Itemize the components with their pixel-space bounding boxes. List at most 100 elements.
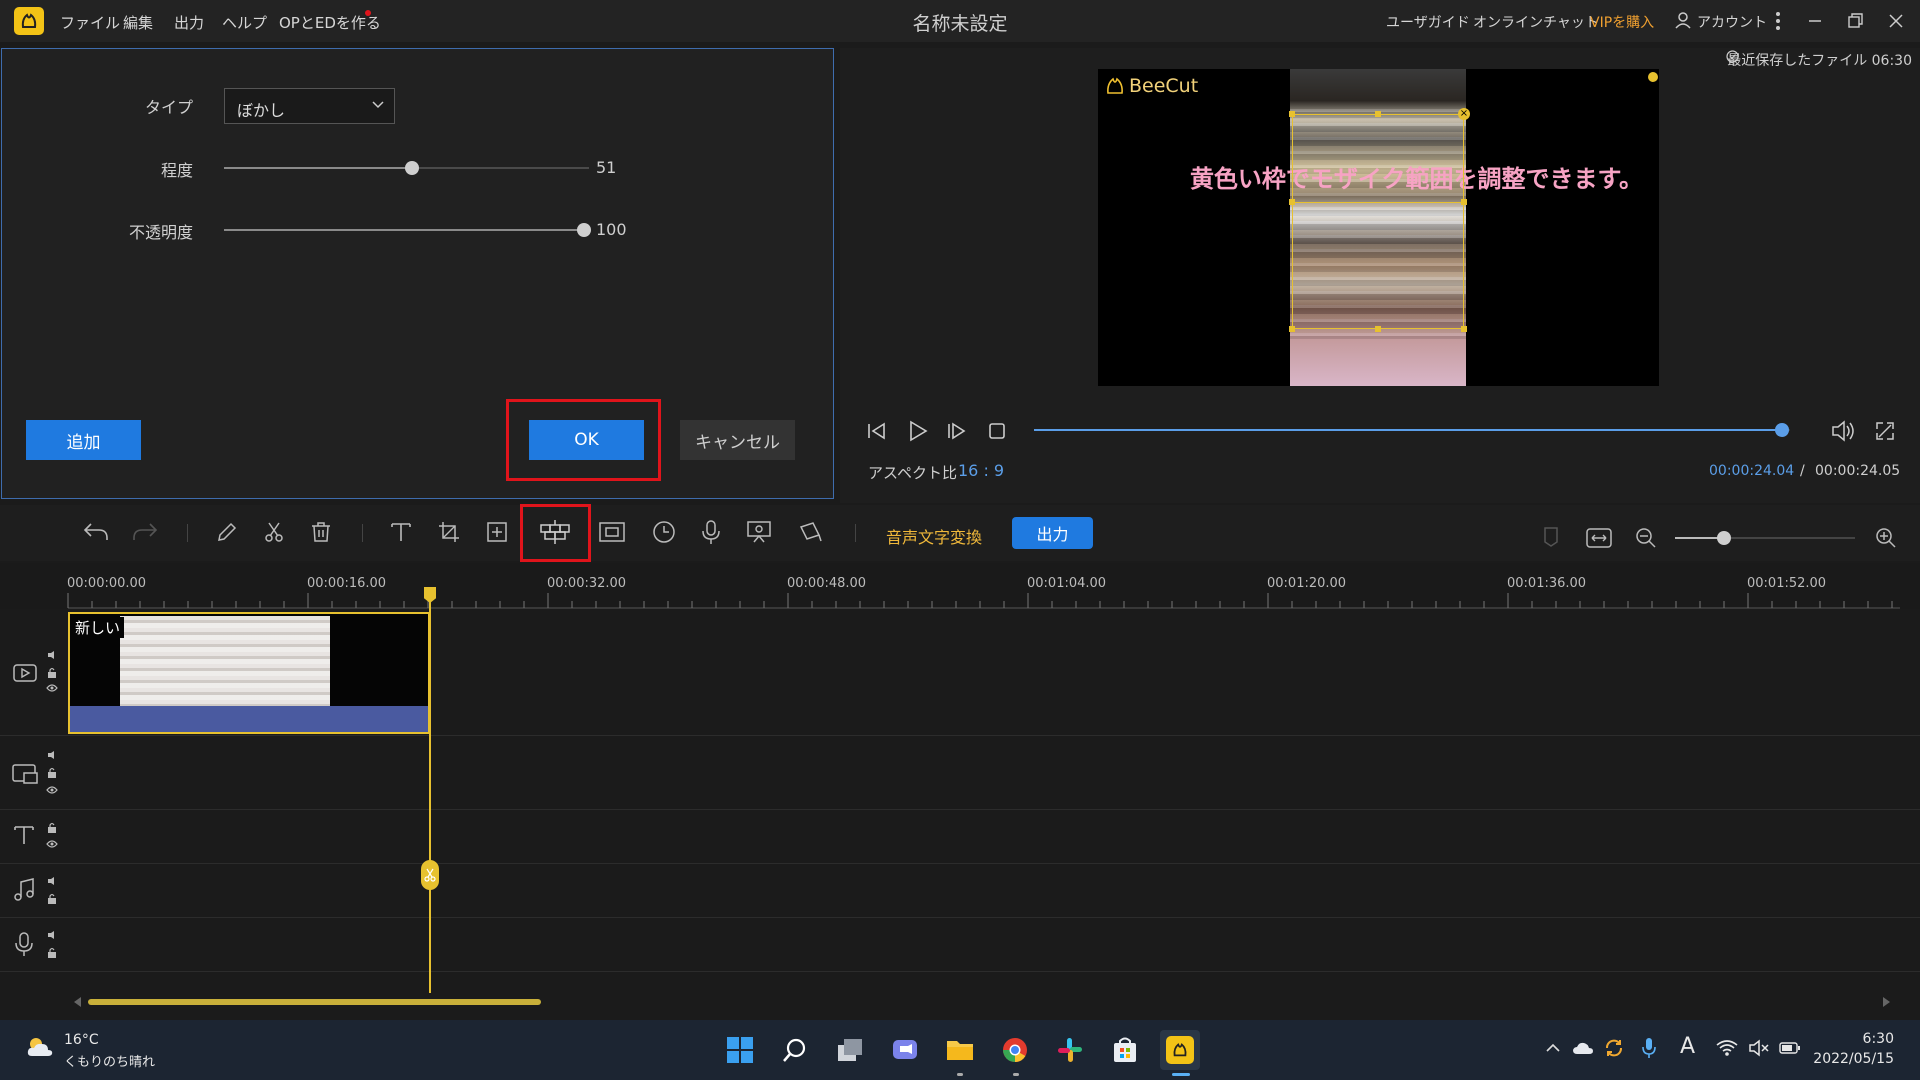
menu-help[interactable]: ヘルプ: [222, 12, 267, 33]
volume-muted-icon[interactable]: [1748, 1039, 1770, 1057]
microphone-icon[interactable]: [694, 515, 728, 549]
fit-timeline-icon[interactable]: [1585, 526, 1613, 550]
split-scissors-icon[interactable]: [421, 860, 439, 890]
crop-icon[interactable]: [432, 515, 466, 549]
prev-frame-icon[interactable]: [866, 421, 888, 441]
type-select[interactable]: ぼかし: [224, 88, 395, 124]
battery-icon[interactable]: [1779, 1041, 1801, 1055]
export-button[interactable]: 出力: [1012, 517, 1093, 549]
file-explorer-icon[interactable]: [940, 1030, 980, 1070]
play-icon[interactable]: [906, 419, 930, 443]
zoom-out-icon[interactable]: [1634, 526, 1658, 550]
add-button[interactable]: 追加: [26, 420, 141, 460]
buy-vip-link[interactable]: VIPを購入: [1590, 12, 1654, 32]
track-visibility-icon[interactable]: [46, 684, 58, 692]
resize-handle[interactable]: [1375, 111, 1381, 117]
track-visibility-icon[interactable]: [46, 786, 58, 794]
opacity-slider-handle[interactable]: [577, 223, 591, 237]
resize-handle[interactable]: [1289, 199, 1295, 205]
clip-title: 新しい: [75, 617, 125, 638]
track-mute-icon[interactable]: [47, 930, 58, 940]
track-lock-icon[interactable]: [47, 893, 57, 904]
tray-chevron-up-icon[interactable]: [1546, 1043, 1560, 1053]
mosaic-delete-icon[interactable]: ×: [1458, 108, 1470, 120]
wifi-icon[interactable]: [1716, 1039, 1738, 1057]
start-icon[interactable]: [720, 1030, 760, 1070]
close-icon[interactable]: [1887, 12, 1905, 30]
minimize-icon[interactable]: [1806, 12, 1824, 30]
mosaic-region-frame[interactable]: [1292, 114, 1464, 329]
video-canvas[interactable]: BeeCut 黄色い枠でモザイク範囲を調整できます。 ×: [1098, 69, 1659, 386]
online-chat-link[interactable]: オンラインチャット: [1473, 12, 1599, 32]
task-view-icon[interactable]: [830, 1030, 870, 1070]
undo-icon[interactable]: [79, 515, 113, 549]
scissors-icon[interactable]: [257, 515, 291, 549]
mosaic-icon[interactable]: [538, 515, 572, 549]
degree-slider-handle[interactable]: [405, 161, 419, 175]
zoom-frame-icon[interactable]: [480, 515, 514, 549]
clock-icon[interactable]: [647, 515, 681, 549]
weather-icon[interactable]: [24, 1034, 56, 1060]
marker-icon[interactable]: [1542, 526, 1560, 548]
text-icon[interactable]: [384, 515, 418, 549]
more-icon[interactable]: [1775, 11, 1781, 31]
menu-export[interactable]: 出力: [174, 12, 204, 33]
video-clip[interactable]: 新しい: [68, 612, 430, 734]
account-icon[interactable]: [1673, 10, 1693, 30]
beecut-taskbar-icon[interactable]: [1160, 1030, 1200, 1070]
zoom-in-icon[interactable]: [1874, 526, 1898, 550]
clock-date[interactable]: 2022/05/15: [1806, 1051, 1894, 1067]
search-icon[interactable]: [775, 1030, 815, 1070]
slack-icon[interactable]: [1050, 1030, 1090, 1070]
frame-icon[interactable]: [595, 515, 629, 549]
resize-handle[interactable]: [1461, 199, 1467, 205]
menu-edit[interactable]: 編集: [123, 12, 153, 33]
track-mute-icon[interactable]: [47, 876, 58, 886]
track-lock-icon[interactable]: [47, 947, 57, 958]
screen-record-icon[interactable]: [742, 515, 776, 549]
resize-handle[interactable]: [1289, 111, 1295, 117]
teams-chat-icon[interactable]: [885, 1030, 925, 1070]
next-frame-icon[interactable]: [946, 421, 968, 441]
menu-file[interactable]: ファイル: [60, 12, 120, 33]
mic-tray-icon[interactable]: [1642, 1037, 1656, 1059]
aspect-value[interactable]: 16 : 9: [958, 461, 1004, 480]
ok-button[interactable]: OK: [529, 420, 644, 460]
account-link[interactable]: アカウント: [1697, 12, 1767, 32]
cancel-button[interactable]: キャンセル: [680, 420, 795, 460]
volume-icon[interactable]: [1830, 419, 1856, 443]
edit-pencil-icon[interactable]: [210, 515, 244, 549]
clock-time[interactable]: 6:30: [1840, 1031, 1894, 1047]
track-visibility-icon[interactable]: [46, 840, 58, 848]
resize-handle[interactable]: [1289, 326, 1295, 332]
caption-handle-icon[interactable]: [1648, 72, 1658, 82]
paint-bucket-icon[interactable]: [794, 515, 828, 549]
track-lock-icon[interactable]: [47, 667, 57, 678]
scroll-right-icon[interactable]: [1883, 997, 1891, 1007]
redo-icon[interactable]: [128, 515, 162, 549]
scroll-left-icon[interactable]: [74, 997, 82, 1007]
track-lock-icon[interactable]: [47, 822, 57, 833]
resize-handle[interactable]: [1375, 326, 1381, 332]
track-lock-icon[interactable]: [47, 767, 57, 778]
user-guide-link[interactable]: ユーザガイド: [1386, 12, 1470, 32]
chrome-icon[interactable]: [995, 1030, 1035, 1070]
stop-icon[interactable]: [988, 422, 1006, 440]
delete-icon[interactable]: [304, 515, 338, 549]
store-icon[interactable]: [1105, 1030, 1145, 1070]
ime-indicator[interactable]: A: [1680, 1034, 1695, 1059]
chevron-down-icon: [372, 101, 384, 109]
track-mute-icon[interactable]: [47, 650, 58, 660]
track-mute-icon[interactable]: [47, 750, 58, 760]
restore-icon[interactable]: [1846, 12, 1864, 30]
resize-handle[interactable]: [1461, 326, 1467, 332]
degree-slider-fill: [224, 167, 412, 169]
fullscreen-icon[interactable]: [1874, 420, 1896, 442]
timeline-ruler[interactable]: [0, 563, 1920, 609]
playhead[interactable]: [429, 590, 431, 993]
timeline-scrollbar-thumb[interactable]: [88, 999, 541, 1005]
speech-to-text-button[interactable]: 音声文字変換: [886, 524, 982, 548]
sync-icon[interactable]: [1603, 1037, 1625, 1059]
zoom-slider-handle[interactable]: [1716, 531, 1731, 545]
onedrive-icon[interactable]: [1572, 1040, 1594, 1056]
